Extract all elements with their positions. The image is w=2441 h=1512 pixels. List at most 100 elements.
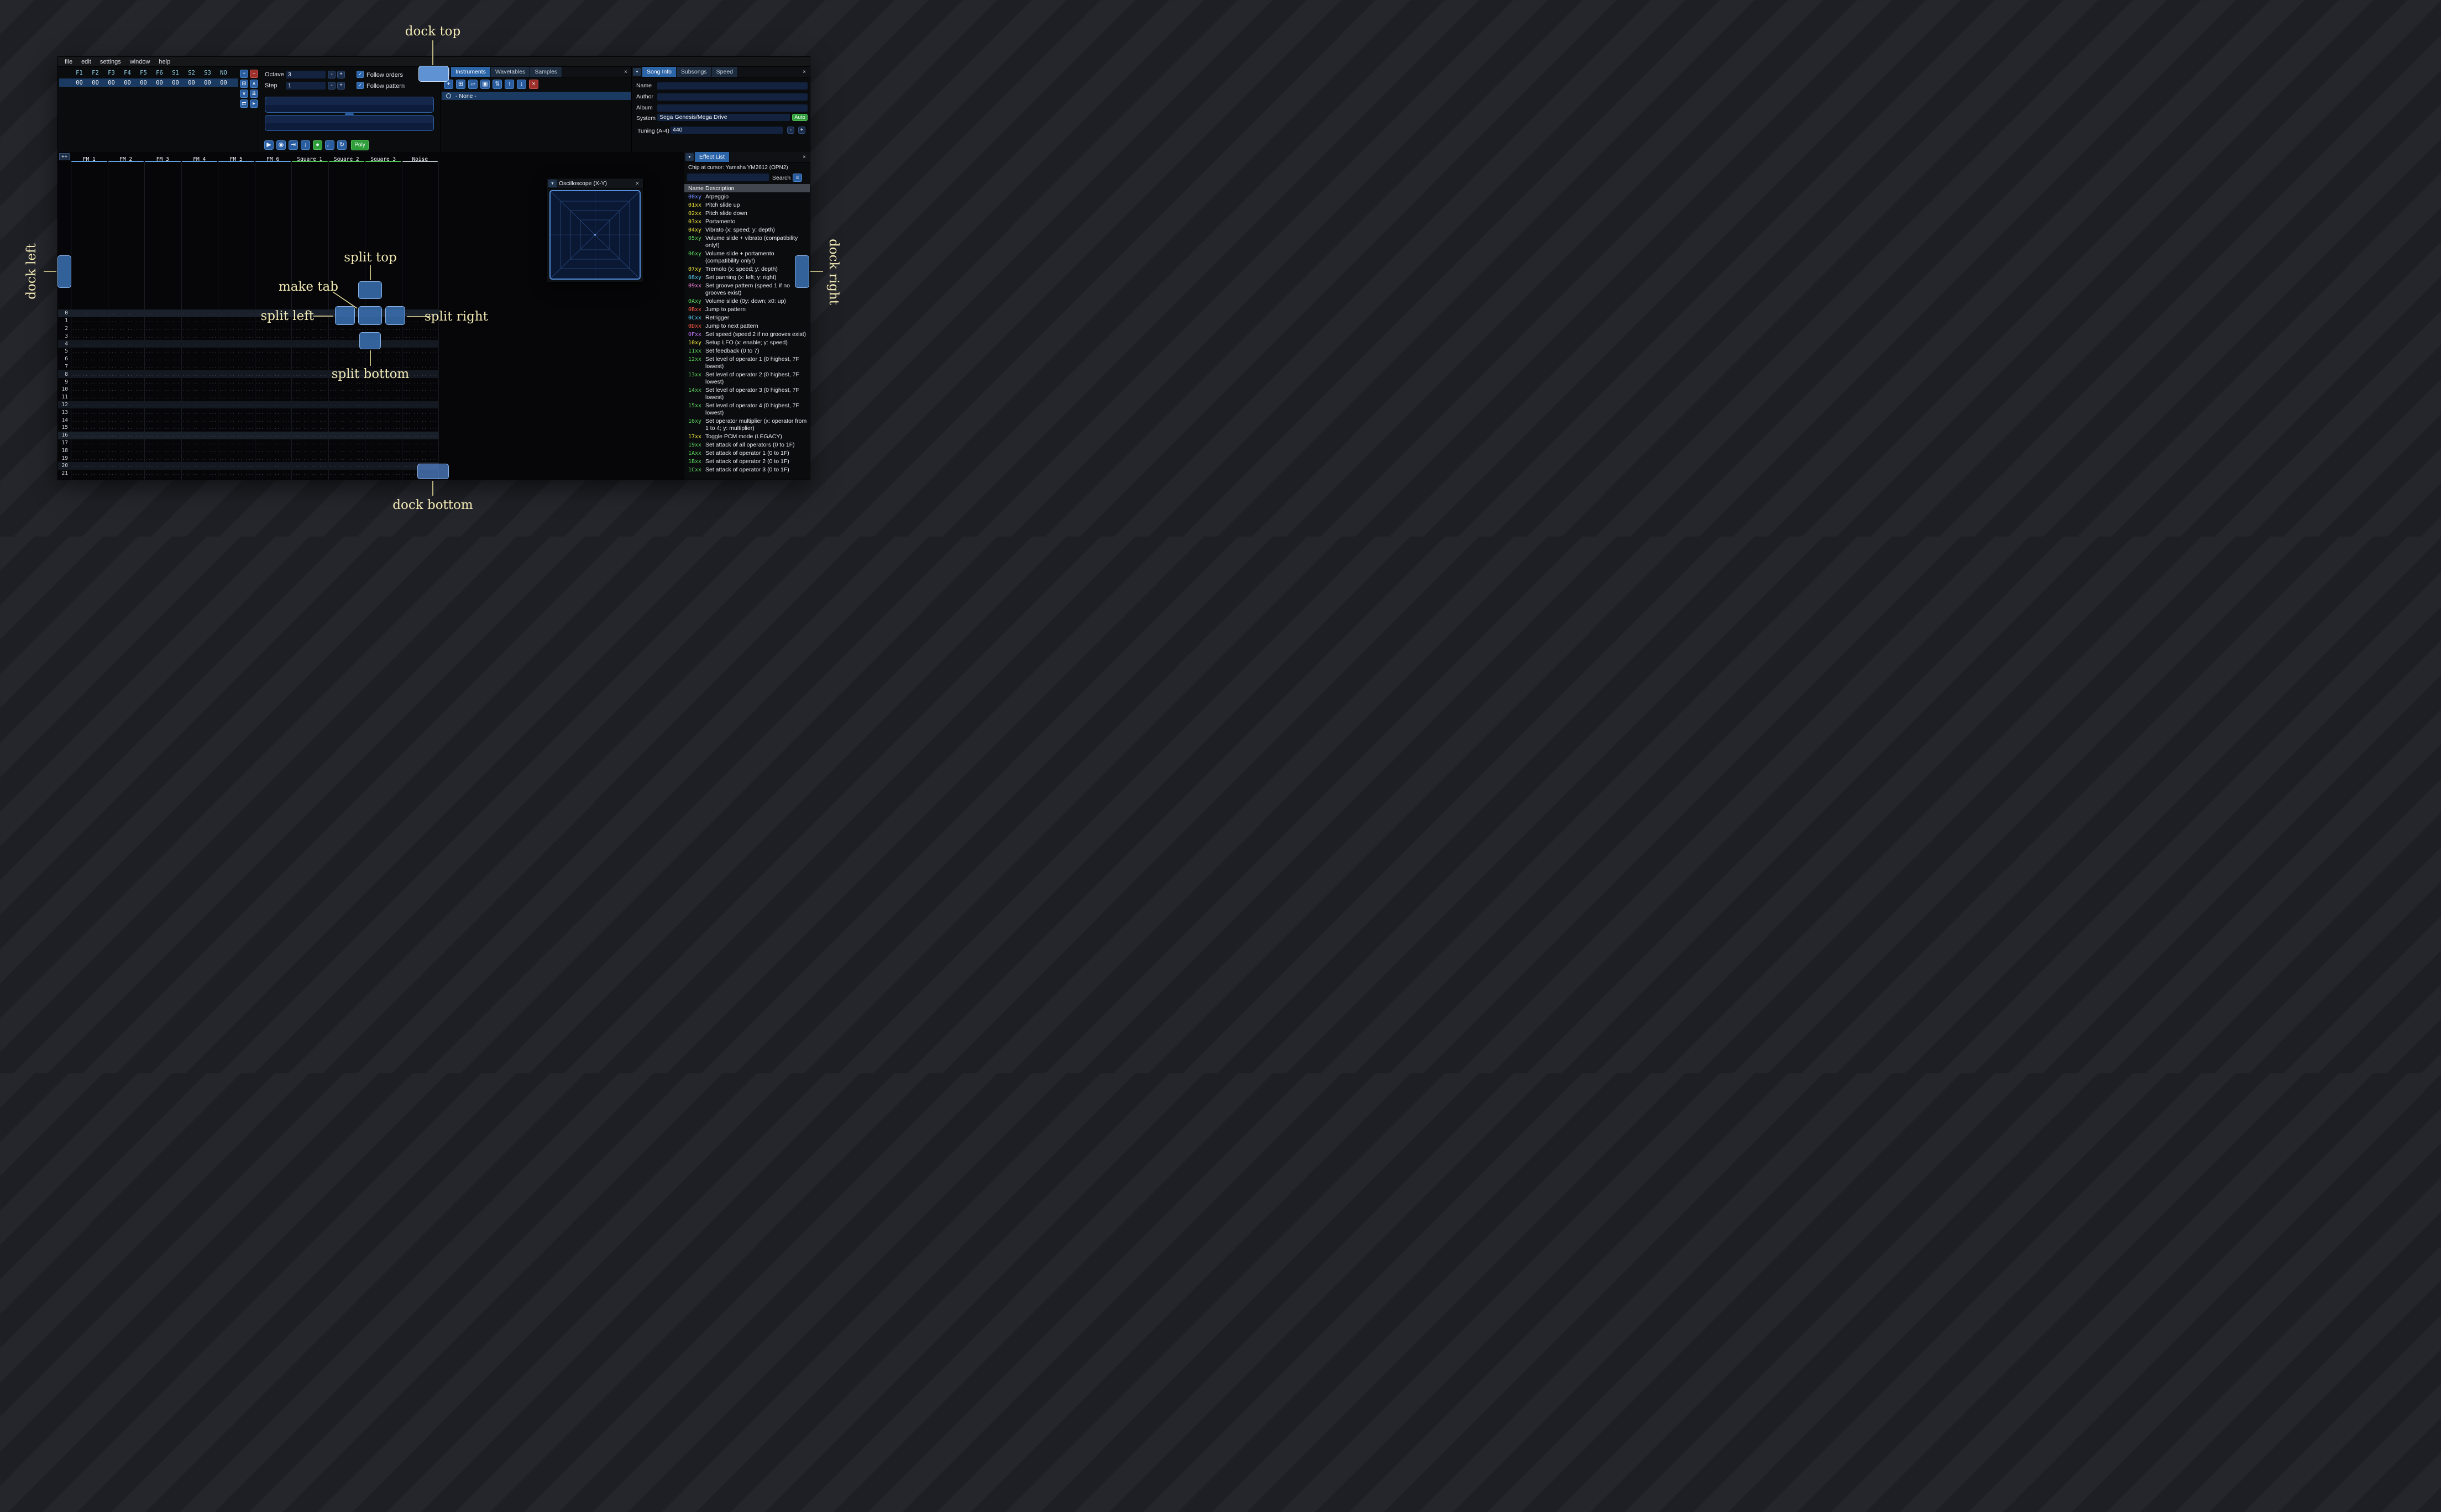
order-value[interactable]: 00 <box>103 80 119 86</box>
expand-pattern-button[interactable]: ++ <box>59 153 70 160</box>
pattern-cell[interactable]: ... .. .. ... <box>291 395 328 400</box>
pattern-cell[interactable]: ... .. .. ... <box>108 418 145 423</box>
pattern-cell[interactable]: ... .. .. ... <box>328 448 365 453</box>
pattern-cell[interactable]: ... .. .. ... <box>402 342 439 347</box>
pattern-cell[interactable]: ... .. .. ... <box>144 356 181 361</box>
channel-header-fm-3[interactable]: FM 3 <box>144 152 181 162</box>
pattern-cell[interactable]: ... .. .. ... <box>108 356 145 361</box>
pattern-cell[interactable]: ... .. .. ... <box>328 471 365 476</box>
pattern-cell[interactable]: ... .. .. ... <box>255 463 292 468</box>
pattern-cell[interactable]: ... .. .. ... <box>328 456 365 461</box>
order-value[interactable]: 00 <box>184 80 200 86</box>
pattern-cell[interactable]: ... .. .. ... <box>291 440 328 445</box>
chevron-down-icon[interactable]: ▼ <box>633 68 641 76</box>
pattern-cell[interactable]: ... .. .. ... <box>402 418 439 423</box>
pattern-cell[interactable]: ... .. .. ... <box>255 334 292 339</box>
pattern-cell[interactable]: ... .. .. ... <box>144 395 181 400</box>
tab-wavetables[interactable]: Wavetables <box>490 67 531 77</box>
pattern-cell[interactable]: ... .. .. ... <box>181 326 218 331</box>
follow-orders-checkbox[interactable]: ✓ <box>357 71 364 78</box>
channel-header-fm-1[interactable]: FM 1 <box>71 152 108 162</box>
pattern-cell[interactable]: ... .. .. ... <box>402 456 439 461</box>
pattern-cell[interactable]: ... .. .. ... <box>218 349 255 354</box>
play-button[interactable]: ▶ <box>264 140 274 150</box>
pattern-cell[interactable]: ... .. .. ... <box>218 326 255 331</box>
split-right-target[interactable] <box>385 306 405 325</box>
pattern-cell[interactable]: ... .. .. ... <box>291 342 328 347</box>
pattern-cell[interactable]: ... .. .. ... <box>181 433 218 438</box>
pattern-cell[interactable]: ... .. .. ... <box>71 349 108 354</box>
play-pattern-button[interactable]: ◉ <box>276 140 286 150</box>
oscilloscope-title-bar[interactable]: ▼ Oscilloscope (X-Y) × <box>547 179 643 189</box>
record-button[interactable]: ● <box>313 140 322 150</box>
pattern-cell[interactable]: ... .. .. ... <box>181 395 218 400</box>
pattern-cell[interactable]: ... .. .. ... <box>71 372 108 377</box>
pattern-cell[interactable]: ... .. .. ... <box>218 395 255 400</box>
menu-settings[interactable]: settings <box>100 59 121 65</box>
pattern-cell[interactable]: ... .. .. ... <box>218 418 255 423</box>
pattern-cell[interactable]: ... .. .. ... <box>181 471 218 476</box>
pattern-cell[interactable]: ... .. .. ... <box>291 456 328 461</box>
move-order-down-button[interactable]: ∨ <box>240 90 248 98</box>
split-bottom-target[interactable] <box>359 332 381 349</box>
pattern-cell[interactable]: ... .. .. ... <box>291 372 328 377</box>
tab-samples[interactable]: Samples <box>530 67 563 77</box>
channel-header-square-1[interactable]: Square 1 <box>291 152 328 162</box>
pattern-cell[interactable]: ... .. .. ... <box>291 471 328 476</box>
pattern-cell[interactable]: ... .. .. ... <box>71 342 108 347</box>
step-input[interactable]: 1 <box>286 82 326 90</box>
pattern-cell[interactable]: ... .. .. ... <box>328 433 365 438</box>
order-value[interactable]: 00 <box>151 80 167 86</box>
pattern-cell[interactable]: ... .. .. ... <box>144 425 181 430</box>
pattern-cell[interactable]: ... .. .. ... <box>144 433 181 438</box>
pattern-cell[interactable]: ... .. .. ... <box>255 356 292 361</box>
channel-header-fm-5[interactable]: FM 5 <box>218 152 255 162</box>
duplicate-order-end-button[interactable]: ⇊ <box>250 90 258 98</box>
effect-search-input[interactable] <box>687 174 769 181</box>
pattern-cell[interactable]: ... .. .. ... <box>328 410 365 415</box>
pattern-cell[interactable]: ... .. .. ... <box>181 463 218 468</box>
pattern-cell[interactable]: ... .. .. ... <box>328 387 365 392</box>
delete-instrument-button[interactable]: × <box>529 80 538 89</box>
pattern-cell[interactable]: ... .. .. ... <box>181 456 218 461</box>
move-instrument-down-button[interactable]: ↓ <box>517 80 526 89</box>
pattern-cell[interactable]: ... .. .. ... <box>71 418 108 423</box>
pattern-cell[interactable]: ... .. .. ... <box>108 311 145 316</box>
pattern-cell[interactable]: ... .. .. ... <box>402 433 439 438</box>
instrument-list-item[interactable]: - None - <box>442 92 631 100</box>
pattern-cell[interactable]: ... .. .. ... <box>365 356 402 361</box>
move-order-up-button[interactable]: ∧ <box>250 80 258 88</box>
pattern-cell[interactable]: ... .. .. ... <box>291 380 328 385</box>
pattern-cell[interactable]: ... .. .. ... <box>108 433 145 438</box>
step-one-row-button[interactable]: ↓ <box>301 140 310 150</box>
pattern-cell[interactable]: ... .. .. ... <box>255 372 292 377</box>
pattern-cell[interactable]: ... .. .. ... <box>365 395 402 400</box>
pattern-cell[interactable]: ... .. .. ... <box>71 448 108 453</box>
pattern-cell[interactable]: ... .. .. ... <box>255 326 292 331</box>
pattern-cell[interactable]: ... .. .. ... <box>291 410 328 415</box>
order-value[interactable]: 00 <box>71 80 87 86</box>
pattern-cell[interactable]: ... .. .. ... <box>291 433 328 438</box>
pattern-cell[interactable]: ... .. .. ... <box>255 380 292 385</box>
pattern-cell[interactable]: ... .. .. ... <box>365 418 402 423</box>
pattern-cell[interactable]: ... .. .. ... <box>291 402 328 407</box>
pattern-cell[interactable]: ... .. .. ... <box>328 356 365 361</box>
instruments-close-button[interactable]: × <box>620 67 631 77</box>
pattern-cell[interactable]: ... .. .. ... <box>291 418 328 423</box>
pattern-cell[interactable]: ... .. .. ... <box>144 318 181 323</box>
metronome-button[interactable]: ♩ <box>325 140 334 150</box>
pattern-cell[interactable]: ... .. .. ... <box>328 402 365 407</box>
tab-instruments[interactable]: Instruments <box>451 67 491 77</box>
pattern-cell[interactable]: ... .. .. ... <box>402 387 439 392</box>
pattern-cell[interactable]: ... .. .. ... <box>108 387 145 392</box>
pattern-cell[interactable]: ... .. .. ... <box>255 425 292 430</box>
channel-header-noise[interactable]: Noise <box>402 152 439 162</box>
pattern-cell[interactable]: ... .. .. ... <box>402 402 439 407</box>
pattern-cell[interactable]: ... .. .. ... <box>71 364 108 369</box>
pattern-cell[interactable]: ... .. .. ... <box>181 334 218 339</box>
pattern-cell[interactable]: ... .. .. ... <box>108 364 145 369</box>
split-left-target[interactable] <box>335 306 355 325</box>
instrument-dir-view-button[interactable]: ⇅ <box>493 80 502 89</box>
channel-header-fm-6[interactable]: FM 6 <box>255 152 292 162</box>
pattern-cell[interactable]: ... .. .. ... <box>402 448 439 453</box>
